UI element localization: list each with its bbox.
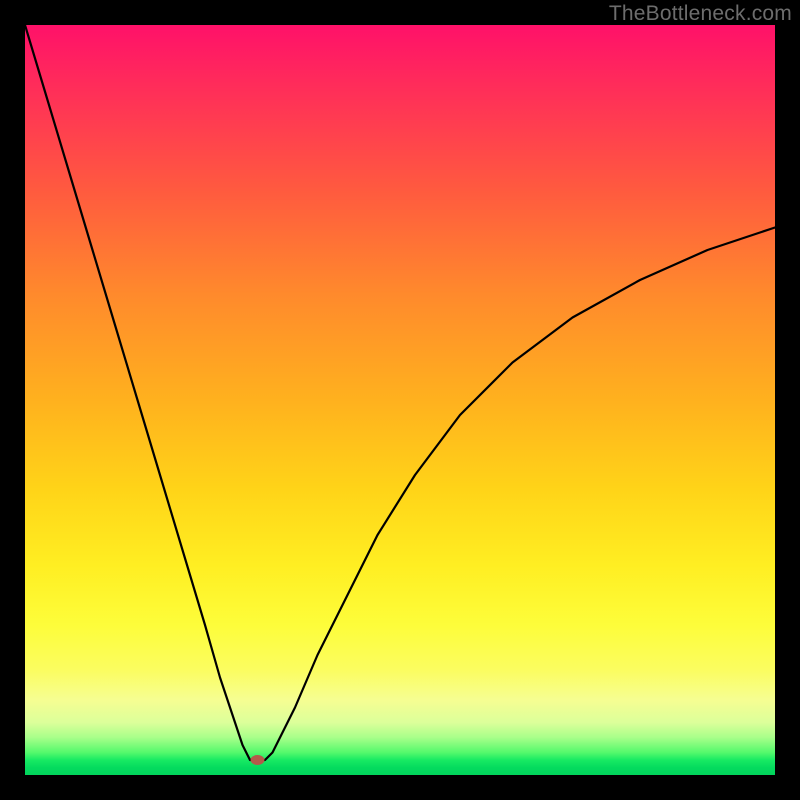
plot-area <box>25 25 775 775</box>
bottleneck-curve <box>25 25 775 760</box>
optimal-point-marker <box>251 755 265 765</box>
chart-frame: TheBottleneck.com <box>0 0 800 800</box>
curve-layer <box>25 25 775 775</box>
attribution-text: TheBottleneck.com <box>609 2 792 26</box>
